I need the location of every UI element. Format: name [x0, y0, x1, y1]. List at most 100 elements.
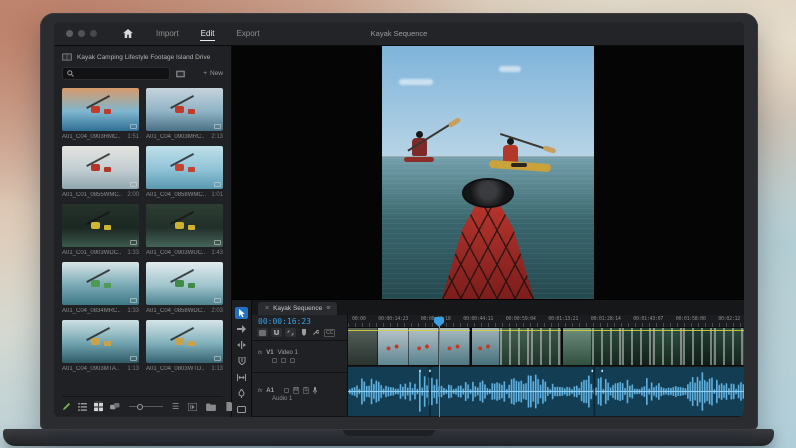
type-tool[interactable]	[235, 403, 248, 415]
clip-thumbnail[interactable]	[62, 204, 139, 247]
toggle-track-output-icon[interactable]	[272, 358, 277, 363]
minimize-window-icon[interactable]	[78, 30, 85, 37]
nest-toggle[interactable]	[257, 328, 268, 337]
list-view-icon[interactable]	[78, 401, 87, 412]
clip-duration: 1:51	[127, 134, 139, 140]
toggle-sync-lock-icon[interactable]	[281, 358, 286, 363]
track-select-forward-tool[interactable]	[235, 323, 248, 335]
clip-duration: 1:13	[211, 366, 223, 372]
clip-duration: 1:43	[211, 250, 223, 256]
clip-cell[interactable]: A01_C04_0834MRC.. 1:33	[62, 262, 139, 314]
camera-badge-icon	[214, 124, 221, 129]
nav-item-export[interactable]: Export	[235, 27, 260, 41]
clip-cell[interactable]: A01_C04_0803WTD.. 1:13	[146, 320, 223, 372]
thumbnail-zoom-slider[interactable]	[129, 403, 163, 410]
solo-toggle[interactable]: S	[302, 387, 309, 394]
timeline-ruler[interactable]: 00:0000:00:14:2300:00:29:1800:00:44:1100…	[348, 315, 744, 328]
clip-cell[interactable]: A01_C01_0855WMC.. 2:00	[62, 146, 139, 198]
kayak-cockpit	[510, 162, 527, 167]
clip-edit-point[interactable]	[469, 328, 472, 365]
thumb-art-subject	[175, 338, 185, 346]
slip-tool[interactable]	[235, 371, 248, 383]
clip-thumbnail[interactable]	[62, 262, 139, 305]
video-track-header[interactable]: fx V1 Video 1	[252, 341, 347, 373]
thumb-art-subject	[175, 280, 185, 288]
toggle-track-lock-icon[interactable]	[290, 358, 295, 363]
video-track-name: Video 1	[277, 350, 298, 356]
sort-menu-icon[interactable]: ☰	[172, 401, 179, 412]
freeform-view-icon[interactable]	[110, 401, 120, 412]
zoom-window-icon[interactable]	[90, 30, 97, 37]
filmstrip-frame	[652, 328, 684, 365]
voiceover-mic-icon[interactable]	[312, 387, 317, 394]
filmstrip-frame	[530, 328, 562, 365]
audio-track-header[interactable]: fx A1 M S Audio 1	[252, 373, 347, 417]
clip-cell[interactable]: A01_C01_0903WDC.. 1:33	[62, 204, 139, 256]
program-monitor[interactable]	[232, 46, 744, 299]
clip-thumbnail[interactable]	[146, 262, 223, 305]
clip-meta: A01_C04_0903WUC.. 1:43	[146, 250, 223, 256]
snap-toggle[interactable]	[271, 328, 282, 337]
new-bin-icon[interactable]	[205, 401, 217, 412]
playhead-timecode[interactable]: 00:00:16:23	[252, 315, 347, 327]
clip-duration: 1:13	[127, 366, 139, 372]
ruler-label: 00:02:12	[718, 316, 740, 322]
sequence-tab[interactable]: × Kayak Sequence ≡	[258, 302, 338, 315]
clip-cell[interactable]: A01_C04_0903MTA.. 1:13	[62, 320, 139, 372]
timeline-tracks[interactable]: 00:0000:00:14:2300:00:29:1800:00:44:1100…	[348, 315, 744, 417]
clip-cell[interactable]: A01_C04_0903RMC.. 1:51	[62, 88, 139, 140]
filmstrip-frame	[439, 328, 470, 365]
razor-tool[interactable]	[235, 355, 248, 367]
nav-item-import[interactable]: Import	[155, 27, 180, 41]
clip-edit-point[interactable]	[561, 328, 564, 365]
right-column: × Kayak Sequence ≡ 00:00:16:23 CC fx V1 …	[232, 46, 744, 417]
close-window-icon[interactable]	[66, 30, 73, 37]
clip-cell[interactable]: A01_C04_0903MRC.. 2:13	[146, 88, 223, 140]
close-icon[interactable]: ×	[265, 305, 269, 312]
nav-item-edit[interactable]: Edit	[199, 27, 216, 41]
linked-selection-toggle[interactable]	[285, 328, 296, 337]
clip-thumbnail[interactable]	[62, 88, 139, 131]
captions-badge[interactable]: CC	[324, 328, 336, 337]
clip-cell[interactable]: A01_C04_0903WUC.. 1:43	[146, 204, 223, 256]
filmstrip-frame	[622, 328, 653, 365]
clip-duration: 2:13	[211, 134, 223, 140]
home-button[interactable]	[123, 29, 133, 38]
grid-view-icon[interactable]	[94, 401, 103, 412]
search-input[interactable]	[77, 70, 165, 77]
clip-name: A01_C04_0858WDC..	[146, 308, 206, 314]
clip-name: A01_C01_0903WDC..	[62, 250, 122, 256]
clip-cell[interactable]: A01_C04_0858WMC.. 1:01	[146, 146, 223, 198]
marker-button[interactable]	[299, 329, 308, 336]
opacity-rubber-band[interactable]	[348, 330, 744, 331]
audio-track[interactable]	[348, 366, 744, 417]
selection-tool[interactable]	[235, 307, 248, 319]
clip-thumbnail[interactable]	[146, 204, 223, 247]
edit-pencil-icon[interactable]	[62, 401, 71, 412]
video-track[interactable]	[348, 328, 744, 366]
ripple-edit-tool[interactable]	[235, 339, 248, 351]
clip-thumbnail[interactable]	[146, 320, 223, 363]
search-box[interactable]	[62, 67, 170, 80]
toggle-sync-lock-icon[interactable]	[283, 388, 289, 393]
automate-to-sequence-icon[interactable]	[186, 401, 198, 412]
clip-duration: 1:33	[127, 308, 139, 314]
clip-name: A01_C04_0803WTD..	[146, 366, 205, 372]
slider-knob[interactable]	[137, 403, 143, 410]
clip-cell[interactable]: A01_C04_0858WDC.. 2:03	[146, 262, 223, 314]
new-button[interactable]: + New	[203, 70, 223, 77]
clip-thumbnail[interactable]	[62, 146, 139, 189]
clip-thumbnail[interactable]	[62, 320, 139, 363]
app-body: Kayak Camping Lifestyle Footage Island D…	[54, 46, 744, 417]
timeline-settings-wrench-icon[interactable]	[311, 329, 320, 336]
camera-badge-icon	[214, 298, 221, 303]
project-panel-toolbar: ☰	[62, 396, 253, 412]
mute-toggle[interactable]: M	[292, 387, 299, 394]
panel-menu-icon[interactable]: ≡	[326, 305, 330, 312]
clip-thumbnail[interactable]	[146, 88, 223, 131]
filter-bin-icon[interactable]	[176, 70, 185, 78]
clip-thumbnail[interactable]	[146, 146, 223, 189]
audio-track-toggles: M S	[283, 387, 317, 394]
pen-tool[interactable]	[235, 387, 248, 399]
clip-meta: A01_C01_0855WMC.. 2:00	[62, 192, 139, 198]
